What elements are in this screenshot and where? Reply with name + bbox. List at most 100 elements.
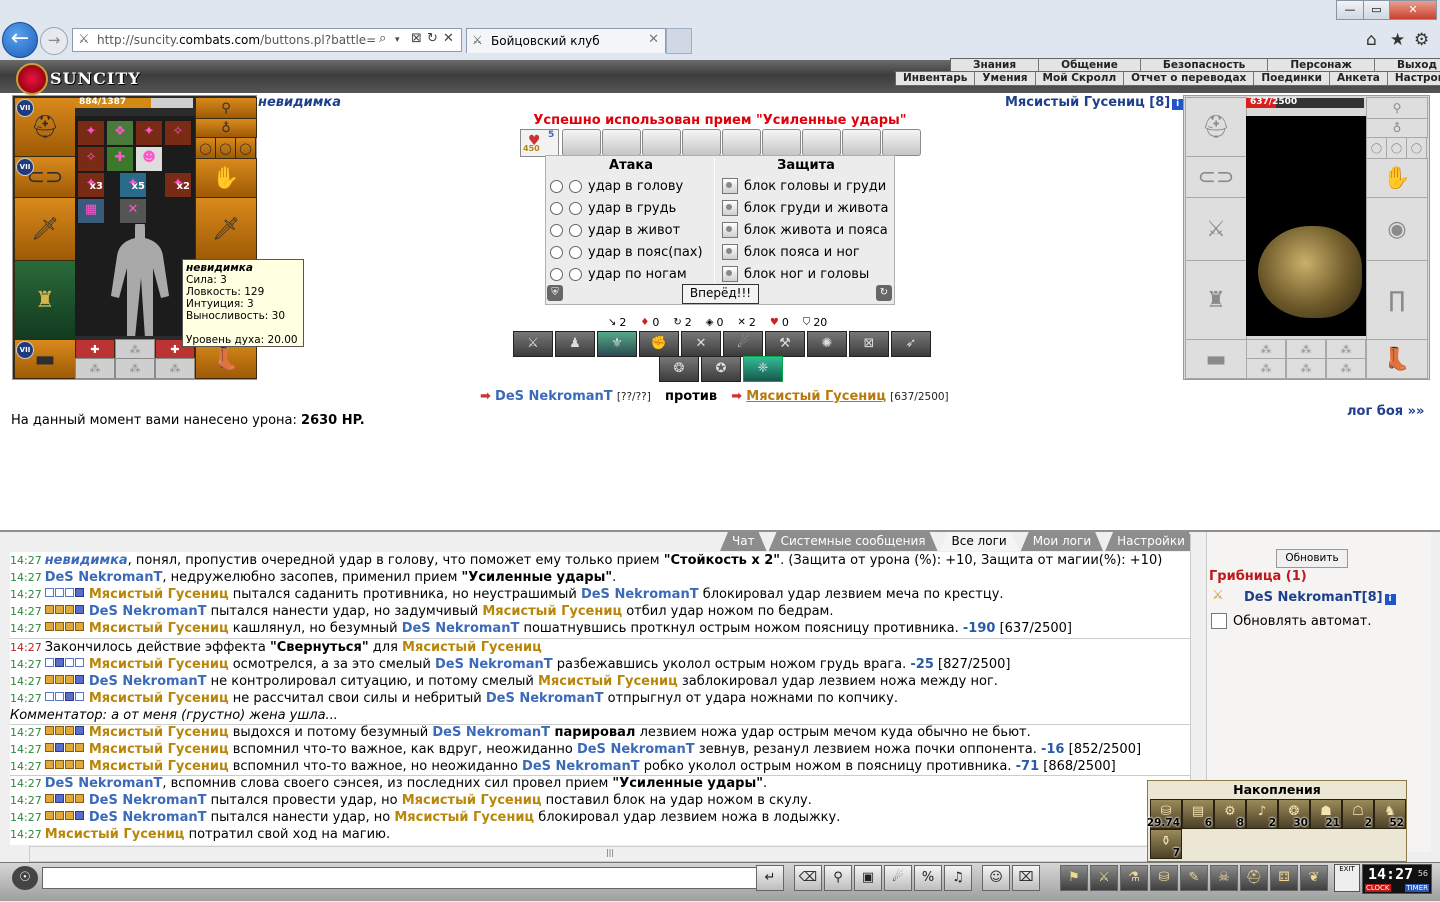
refresh-combat-icon[interactable]: ↻ — [876, 285, 892, 301]
skill-button[interactable]: ❂ — [659, 356, 699, 382]
translit-button[interactable]: ☄ — [884, 865, 912, 891]
attack-option-belly[interactable]: удар в живот — [550, 220, 680, 240]
opp-empty-slot[interactable]: ⁂ — [1246, 339, 1286, 359]
opp-ring-slot[interactable]: ◯ — [1406, 137, 1427, 159]
clear-chat-button[interactable]: ⌫ — [794, 865, 822, 891]
settings-gear-icon[interactable]: ⚙ — [1414, 30, 1429, 50]
weapon-right-slot[interactable]: 🗡 — [195, 197, 257, 261]
quick-item-button[interactable]: ⚗ — [1120, 865, 1148, 891]
opp-ring-slot[interactable]: ◯ — [1386, 137, 1407, 159]
attack-radio[interactable] — [569, 179, 582, 193]
opp-bracers-slot[interactable]: ⊂⊃ — [1185, 156, 1247, 198]
quick-item-button[interactable]: ⛁ — [1150, 865, 1178, 891]
skill-button[interactable]: ⚜ — [597, 331, 637, 357]
rune-slot-6[interactable]: ✚ — [106, 146, 134, 172]
empty-slot[interactable]: ⁂ — [115, 358, 155, 379]
attack-radio[interactable] — [550, 201, 563, 215]
browser-tab[interactable]: ⚔ Бойцовский клуб ✕ — [466, 28, 666, 53]
opp-belt-slot[interactable]: ▬ — [1185, 339, 1247, 379]
log-actor[interactable]: Мясистый Гусениц — [45, 827, 185, 842]
opp-legs-slot[interactable]: ∏ — [1366, 260, 1428, 340]
screenshot-button[interactable]: ⌧ — [1012, 865, 1040, 891]
armor-slot[interactable]: ♜ — [14, 260, 76, 340]
potion-slot-1[interactable]: ✚ — [75, 339, 115, 359]
belt-slot[interactable]: ▬ VII — [14, 339, 76, 379]
log-target[interactable]: DeS NekromanT — [402, 621, 520, 636]
log-target[interactable]: DeS NekromanT — [435, 657, 553, 672]
rune-slot-8[interactable]: ✦ x3 — [77, 172, 105, 198]
skill-button[interactable]: ✪ — [701, 356, 741, 382]
shield-left-icon[interactable]: ⛨ — [547, 285, 563, 301]
address-bar[interactable]: ⚔ http://suncity.combats.com/buttons.pl?… — [72, 28, 462, 52]
rune-slot-12[interactable]: ✕ — [119, 198, 147, 224]
menu-my-scroll[interactable]: Мой Скролл — [1036, 72, 1125, 85]
scroll-slot[interactable] — [642, 129, 681, 156]
versus-opponent-name[interactable]: Мясистый Гусениц — [746, 389, 886, 404]
defense-radio[interactable] — [722, 222, 738, 238]
log-actor[interactable]: Мясистый Гусениц — [89, 691, 229, 706]
tab-chat-settings[interactable]: Настройки — [1105, 532, 1197, 551]
log-target[interactable]: Мясистый Гусениц — [402, 793, 542, 808]
attack-radio[interactable] — [550, 223, 563, 237]
versus-player-name[interactable]: DeS NekromanT — [495, 389, 613, 404]
refresh-icon[interactable]: ↻ — [427, 31, 438, 46]
savings-item[interactable]: ♞ 52 — [1374, 799, 1406, 829]
log-target[interactable]: Мясистый Гусениц — [482, 604, 622, 619]
quick-item-button[interactable]: ☠ — [1210, 865, 1238, 891]
gloves-slot[interactable]: ✋ — [195, 158, 257, 198]
empty-slot[interactable]: ⁂ — [115, 339, 155, 359]
skill-button[interactable]: ✊ — [639, 331, 679, 357]
skill-button[interactable]: ➶ — [891, 331, 931, 357]
quick-item-button[interactable]: ⚔ — [1090, 865, 1118, 891]
attack-radio[interactable] — [569, 245, 582, 259]
rune-slot-9[interactable]: ✦ x5 — [119, 172, 147, 198]
battle-log-link[interactable]: лог боя »» — [1347, 404, 1424, 419]
home-icon[interactable]: ⌂ — [1366, 30, 1377, 50]
info-icon[interactable]: i — [1172, 99, 1184, 110]
save-log-button[interactable]: ▣ — [854, 865, 882, 891]
helmet-slot[interactable]: ⛑ VII — [14, 97, 76, 157]
log-actor[interactable]: Мясистый Гусениц — [89, 587, 229, 602]
log-actor[interactable]: Мясистый Гусениц — [89, 725, 229, 740]
log-actor[interactable]: DeS NekromanT — [89, 810, 207, 825]
log-actor[interactable]: Мясистый Гусениц — [89, 657, 229, 672]
quick-item-button[interactable]: ⛑ — [1240, 865, 1268, 891]
log-actor[interactable]: Мясистый Гусениц — [89, 621, 229, 636]
attack-radio[interactable] — [569, 201, 582, 215]
opponent-name[interactable]: Мясистый Гусениц [8] i — [1005, 95, 1184, 110]
opp-helmet-slot[interactable]: ⛑ — [1185, 97, 1247, 157]
percent-button[interactable]: % — [914, 865, 942, 891]
quick-item-button[interactable]: ⚑ — [1060, 865, 1088, 891]
defense-radio[interactable] — [722, 266, 738, 282]
search-icon[interactable]: ⌕ — [379, 31, 386, 46]
menu-inventory[interactable]: Инвентарь — [896, 72, 976, 85]
location-player[interactable]: DeS NekromanT[8] i — [1244, 590, 1396, 605]
auto-refresh-toggle[interactable]: Обновлять автомат. — [1211, 613, 1372, 629]
savings-item[interactable]: ⛁ 29.74 — [1147, 799, 1182, 829]
empty-slot[interactable]: ⁂ — [155, 358, 195, 379]
log-actor[interactable]: невидимка — [45, 553, 128, 568]
rune-slot-1[interactable]: ✦ — [77, 120, 105, 146]
opp-empty-slot[interactable]: ⁂ — [1246, 358, 1286, 379]
window-minimize-button[interactable]: — — [1336, 0, 1364, 20]
opp-amulet-slot[interactable]: ♁ — [1366, 118, 1428, 138]
tab-my-logs[interactable]: Мои логи — [1021, 532, 1103, 551]
skill-button-active[interactable]: ❈ — [743, 356, 783, 382]
scroll-slot[interactable] — [882, 129, 921, 156]
location-player-name[interactable]: DeS NekromanT[8] — [1244, 590, 1383, 605]
opp-empty-slot[interactable]: ⁂ — [1326, 358, 1366, 379]
menu-profile[interactable]: Анкета — [1330, 72, 1388, 85]
opp-empty-slot[interactable]: ⁂ — [1326, 339, 1366, 359]
tab-all-logs[interactable]: Все логи — [940, 532, 1019, 551]
opp-boots-slot[interactable]: 👢 — [1366, 339, 1428, 379]
savings-item[interactable]: ❂ 30 — [1278, 799, 1310, 829]
skill-button[interactable]: ⚒ — [765, 331, 805, 357]
forward-attack-button[interactable]: Вперёд!!! — [682, 284, 759, 304]
log-actor[interactable]: Мясистый Гусениц — [402, 640, 542, 655]
empty-slot[interactable]: ⁂ — [75, 358, 115, 379]
savings-item[interactable]: ☗ 21 — [1310, 799, 1342, 829]
log-target[interactable]: DeS NekromanT — [486, 691, 604, 706]
stop-icon[interactable]: ✕ — [443, 31, 454, 46]
log-target[interactable]: DeS NekromanT — [432, 725, 550, 740]
log-actor[interactable]: Мясистый Гусениц — [89, 759, 229, 774]
